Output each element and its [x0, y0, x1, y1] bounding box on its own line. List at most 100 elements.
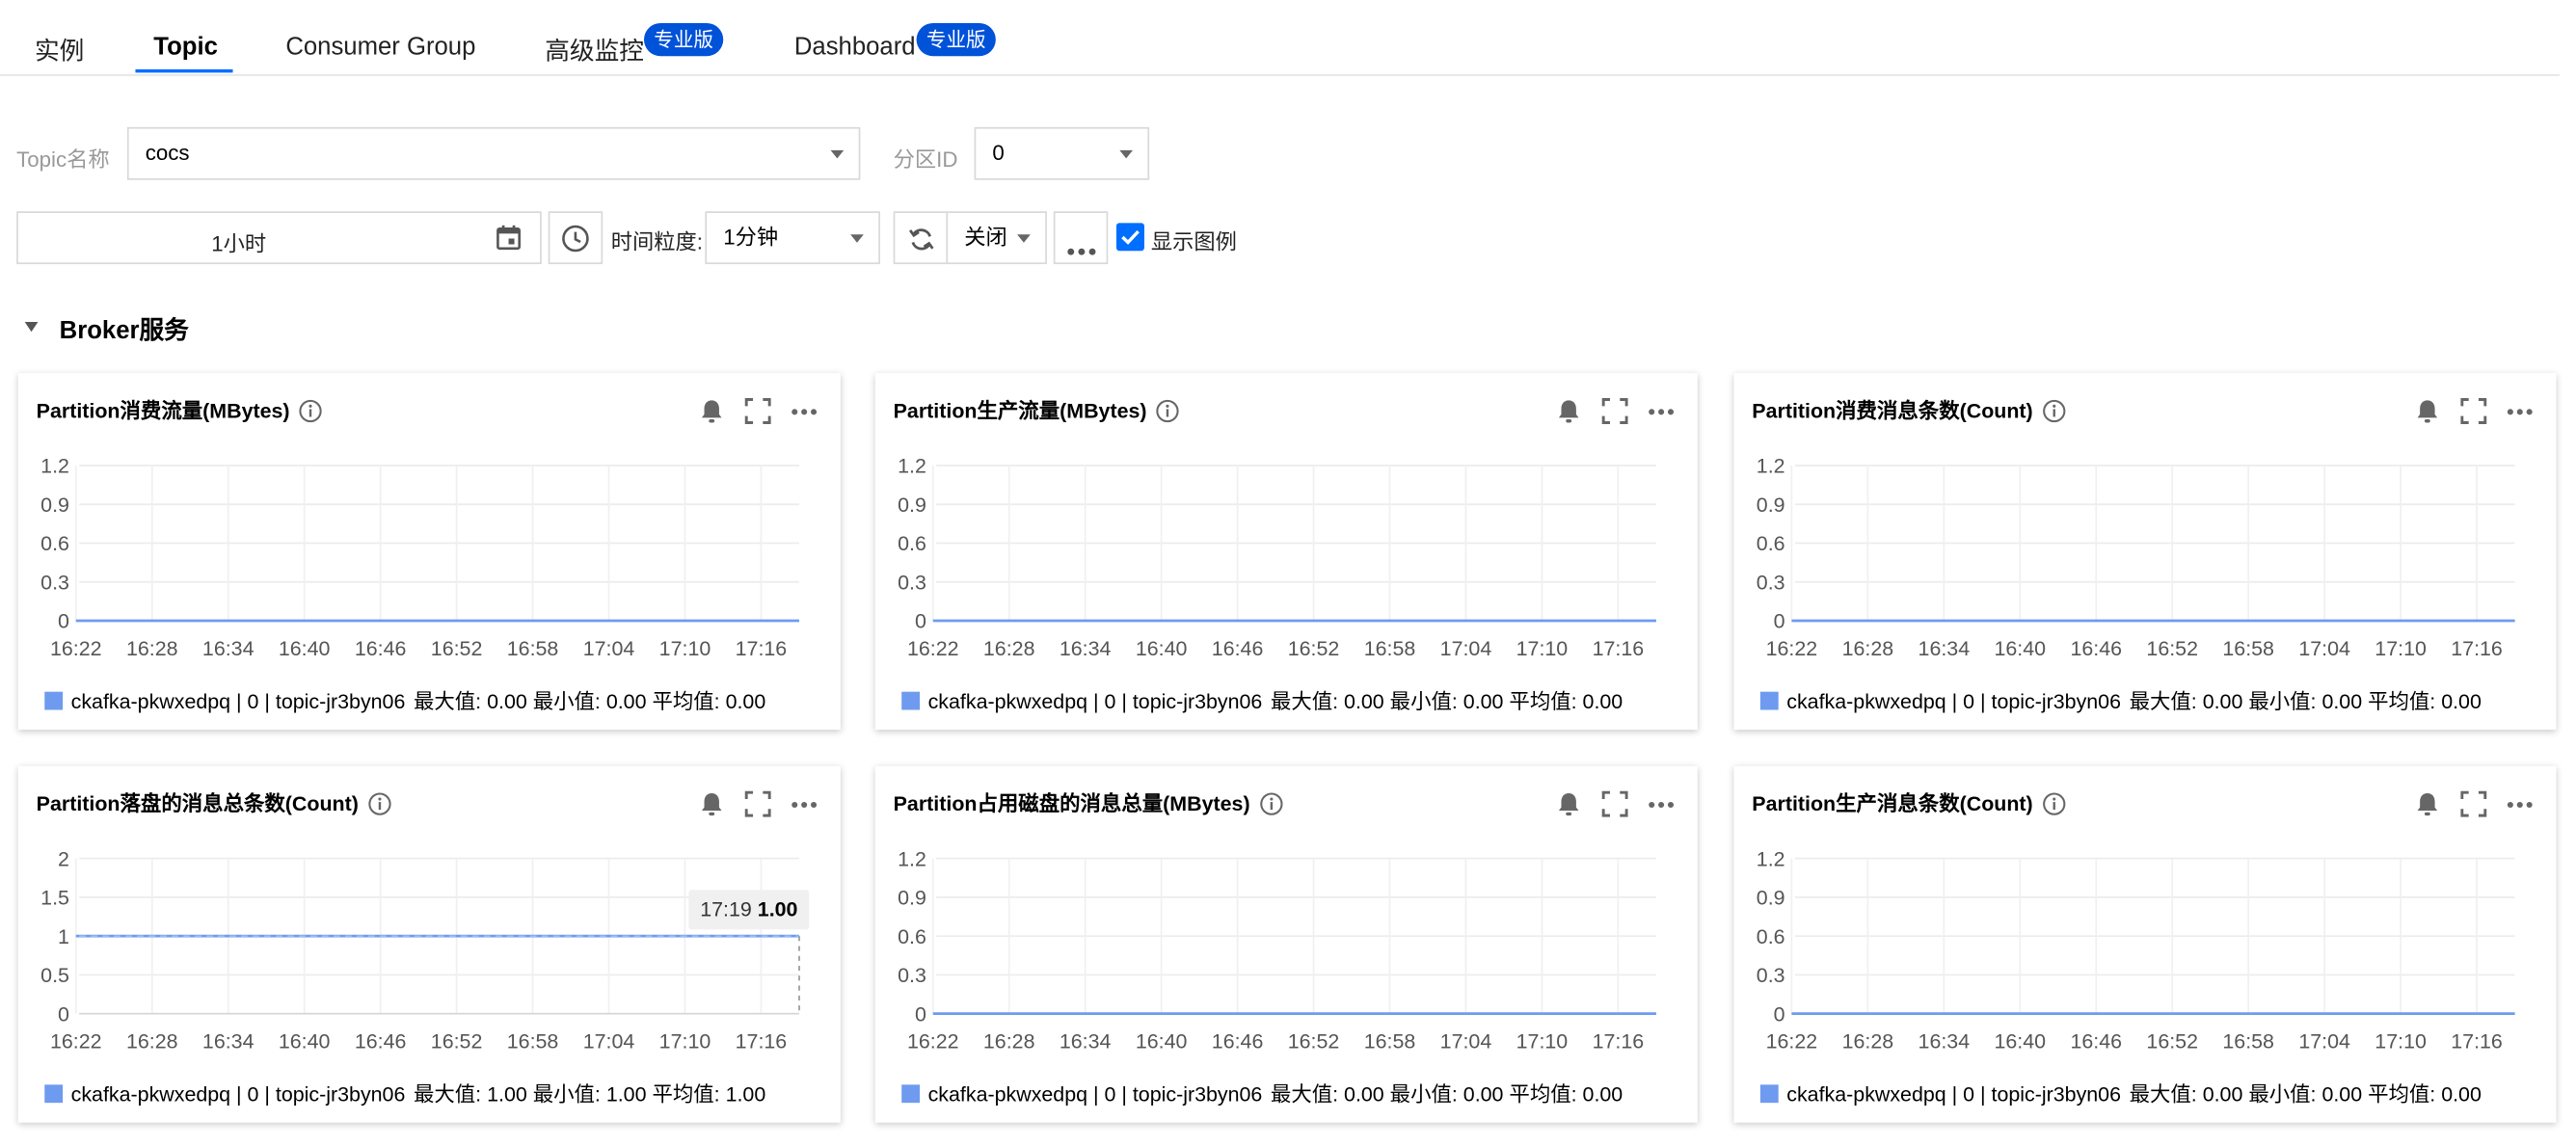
x-tick-label: 16:46	[355, 637, 407, 660]
chart-legend: ckafka-pkwxedpq | 0 | topic-jr3byn06 最大值:…	[44, 683, 765, 715]
collapse-icon[interactable]	[24, 322, 39, 333]
bell-icon[interactable]	[699, 790, 725, 816]
fullscreen-icon[interactable]	[2460, 398, 2487, 424]
bell-icon[interactable]	[1555, 398, 1581, 424]
tab-dashboard[interactable]: Dashboard	[794, 33, 916, 61]
chart-card: Partition生产消息条数(Count) 0 0.3 0.6 0.9 1.2 16:2…	[1733, 765, 2557, 1123]
chart-legend: ckafka-pkwxedpq | 0 | topic-jr3byn06 最大值:…	[1759, 683, 2482, 715]
y-tick-label: 0.3	[1757, 571, 1785, 594]
chart-card: Partition生产流量(MBytes) 0 0.3 0.6 0.9 1.2 16:22…	[874, 373, 1698, 731]
y-tick-label: 0.3	[1757, 964, 1785, 987]
active-tab-indicator	[135, 68, 233, 73]
time-range-picker[interactable]: 1小时	[16, 211, 542, 265]
x-tick-label: 17:04	[583, 637, 635, 660]
x-tick-label: 17:10	[659, 637, 711, 660]
line-chart: 0 0.3 0.6 0.9 1.2 16:22 16:28 16:34 16:40 16:46 16…	[1757, 455, 2515, 660]
more-icon[interactable]	[1648, 398, 1675, 424]
tab-bar: 实例 Topic Consumer Group 高级监控 专业版 Dashboa…	[0, 0, 2560, 76]
partition-select[interactable]: 0	[974, 126, 1150, 180]
x-tick-label: 16:22	[907, 1030, 959, 1054]
fullscreen-icon[interactable]	[1601, 398, 1628, 424]
x-tick-label: 16:28	[983, 1030, 1035, 1054]
y-tick-label: 0.9	[898, 887, 926, 910]
show-legend-checkbox[interactable]	[1115, 223, 1144, 259]
info-icon[interactable]	[300, 399, 323, 422]
more-options-button[interactable]	[1053, 211, 1109, 265]
x-tick-label: 16:40	[1995, 1030, 2047, 1054]
fullscreen-icon[interactable]	[744, 398, 771, 424]
bell-icon[interactable]	[699, 398, 725, 424]
more-icon[interactable]	[791, 790, 818, 816]
chart-title: Partition生产消息条数(Count)	[1752, 786, 2066, 817]
line-chart: 0 0.3 0.6 0.9 1.2 16:22 16:28 16:34 16:40 16:46 16…	[898, 455, 1656, 660]
x-tick-label: 17:10	[2375, 1030, 2427, 1054]
x-tick-label: 16:58	[507, 1030, 559, 1054]
legend-swatch	[1759, 691, 1779, 710]
legend-stats: 最大值: 0.00 最小值: 0.00 平均值: 0.00	[413, 689, 766, 713]
info-icon[interactable]	[368, 791, 391, 815]
x-tick-label: 16:34	[202, 637, 255, 660]
y-tick-label: 0.9	[1757, 493, 1785, 517]
chart-legend: ckafka-pkwxedpq | 0 | topic-jr3byn06 最大值:…	[901, 1077, 1623, 1108]
x-tick-label: 16:28	[126, 637, 178, 660]
tab-topic[interactable]: Topic	[153, 33, 218, 61]
legend-stats: 最大值: 0.00 最小值: 0.00 平均值: 0.00	[2129, 689, 2482, 713]
fullscreen-icon[interactable]	[1601, 790, 1628, 817]
bell-icon[interactable]	[1555, 790, 1581, 816]
section-title: Broker服务	[59, 316, 189, 345]
auto-refresh-select[interactable]: 关闭	[946, 211, 1047, 265]
info-icon[interactable]	[2043, 791, 2066, 815]
y-tick-label: 0	[1774, 610, 1785, 633]
fullscreen-icon[interactable]	[2460, 790, 2487, 817]
y-tick-label: 0.9	[1757, 887, 1785, 910]
x-tick-label: 17:16	[1593, 637, 1645, 660]
info-icon[interactable]	[2043, 399, 2066, 422]
app-root: 实例 Topic Consumer Group 高级监控 专业版 Dashboa…	[0, 0, 2576, 1146]
x-tick-label: 16:52	[431, 637, 483, 660]
info-icon[interactable]	[1157, 399, 1180, 422]
fullscreen-icon[interactable]	[744, 790, 771, 817]
x-tick-label: 16:22	[1766, 1030, 1818, 1054]
bell-icon[interactable]	[2414, 398, 2440, 424]
x-tick-label: 17:10	[2375, 637, 2427, 660]
x-tick-label: 16:34	[1919, 637, 1971, 660]
tab-instances[interactable]: 实例	[35, 33, 84, 67]
chart-legend: ckafka-pkwxedpq | 0 | topic-jr3byn06 最大值:…	[901, 683, 1623, 715]
info-icon[interactable]	[1260, 791, 1283, 815]
x-tick-label: 16:52	[2146, 1030, 2198, 1054]
x-tick-label: 17:16	[1593, 1030, 1645, 1054]
y-tick-label: 0.6	[1757, 532, 1785, 555]
clock-button[interactable]	[548, 211, 604, 265]
y-tick-label: 1.2	[1757, 847, 1785, 870]
tooltip-time: 17:19	[700, 897, 752, 921]
refresh-button[interactable]	[893, 211, 949, 265]
tab-consumer-group[interactable]: Consumer Group	[285, 33, 475, 61]
chart-tools	[2414, 398, 2533, 424]
calendar-icon	[496, 225, 522, 259]
pro-badge: 专业版	[644, 22, 724, 57]
x-tick-label: 16:34	[1060, 1030, 1112, 1054]
x-tick-label: 16:28	[983, 637, 1035, 660]
y-tick-label: 2	[58, 847, 69, 870]
more-icon[interactable]	[1648, 790, 1675, 816]
chart-card: Partition占用磁盘的消息总量(MBytes) 0 0.3 0.6 0.9 1.2…	[874, 765, 1698, 1123]
more-icon[interactable]	[2507, 398, 2533, 424]
x-tick-label: 16:58	[2222, 637, 2274, 660]
checkbox-icon	[1115, 223, 1144, 252]
x-tick-label: 16:28	[1842, 1030, 1894, 1054]
legend-swatch	[1759, 1084, 1779, 1104]
x-tick-label: 16:46	[2070, 637, 2122, 660]
topic-select[interactable]: cocs	[126, 126, 861, 180]
chart-tools	[1555, 398, 1675, 424]
bell-icon[interactable]	[2414, 790, 2440, 816]
chevron-down-icon	[1119, 149, 1133, 159]
clock-icon	[561, 225, 589, 261]
more-icon[interactable]	[2507, 790, 2533, 816]
chart-title: Partition落盘的消息总条数(Count)	[37, 786, 391, 817]
chart-title: Partition消费消息条数(Count)	[1752, 393, 2066, 425]
more-icon[interactable]	[791, 398, 818, 424]
y-tick-label: 0.6	[1757, 925, 1785, 948]
granularity-select[interactable]: 1分钟	[705, 211, 880, 265]
x-tick-label: 17:04	[2298, 637, 2350, 660]
tab-advanced-monitoring[interactable]: 高级监控	[545, 33, 644, 67]
